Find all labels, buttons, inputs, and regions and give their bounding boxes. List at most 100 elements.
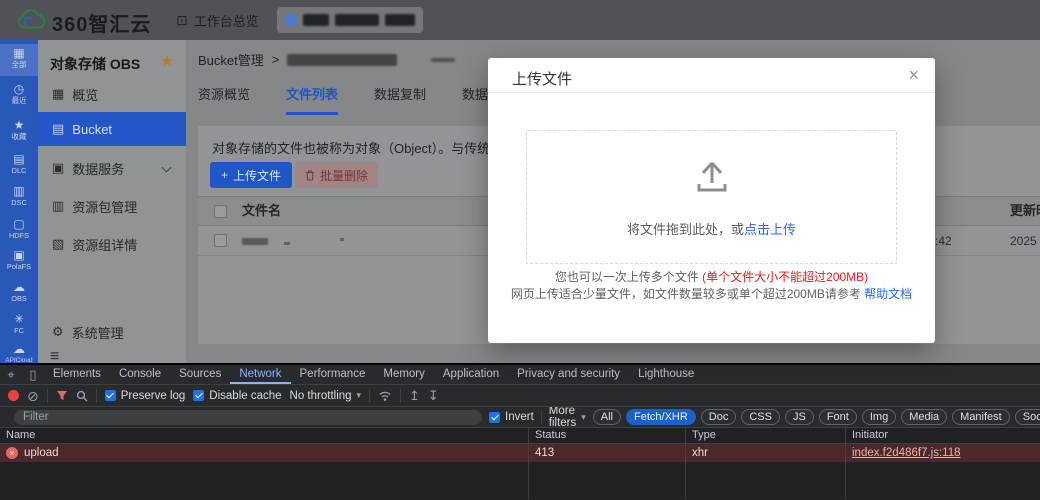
breadcrumb-root[interactable]: Bucket管理 [198,50,264,69]
upload-icon [697,161,726,192]
upload-file-button[interactable]: + 上传文件 [210,162,293,188]
chip-img[interactable]: Img [861,409,897,425]
invert-checkbox[interactable]: Invert [489,411,534,423]
chip-js[interactable]: JS [784,409,814,425]
chip-css[interactable]: CSS [741,409,780,425]
rail-item-dsc[interactable]: ▥ DSC [0,182,38,214]
clear-network-log-icon[interactable]: ⊘ [27,389,39,403]
rail-item-hdfs[interactable]: ▢ HDFS [0,215,38,247]
preserve-log-checkbox[interactable]: Preserve log [104,390,185,402]
inspect-element-icon[interactable]: ⌖ [0,365,22,384]
rail-item-favorites[interactable]: ★ 收藏 [0,116,38,148]
devtools-tab-console[interactable]: Console [110,365,170,384]
click-to-upload-link[interactable]: 点击上传 [744,222,796,237]
checkbox-checked-icon [104,390,116,401]
sidebar-item-resource-packages[interactable]: ▥ 资源包管理 [38,190,186,222]
devtools-tab-sources[interactable]: Sources [170,365,230,384]
column-type[interactable]: Type [686,428,846,443]
sidebar-item-data-services[interactable]: ▣ 数据服务 [38,152,186,184]
file-dropzone[interactable]: 将文件拖到此处，或点击上传 [526,130,897,264]
devtools-tabbar: ⌖ ▯ Elements Console Sources Network Per… [0,365,1040,385]
chevron-down-icon: ▾ [581,411,586,422]
devtools-tab-network[interactable]: Network [230,365,290,384]
column-name[interactable]: Name [0,428,529,443]
devtools-tab-privacy[interactable]: Privacy and security [508,365,629,384]
close-icon[interactable]: × [908,64,919,86]
account-avatar-icon [285,14,297,26]
devtools-tab-application[interactable]: Application [434,365,508,384]
chip-fetch-xhr[interactable]: Fetch/XHR [626,409,696,425]
sidebar: 对象存储 OBS ★ ▦ 概览 ▤ Bucket ▣ 数据服务 ▥ 资源包管理 … [38,40,186,365]
search-icon[interactable] [76,390,88,402]
import-har-icon[interactable]: ↥ [409,388,420,404]
workspace-label: 工作台总览 [193,14,259,29]
devtools-tab-elements[interactable]: Elements [44,365,110,384]
chevron-down-icon [161,162,172,173]
redacted-text [340,238,344,241]
tab-data-replication[interactable]: 数据复制 [374,84,426,115]
sidebar-item-resource-group[interactable]: ▧ 资源组详情 [38,228,186,260]
chip-doc[interactable]: Doc [700,409,737,425]
column-status[interactable]: Status [529,428,686,443]
network-filter-bar: Invert More filters ▾ All Fetch/XHR Doc … [0,407,1040,428]
devtools-tab-performance[interactable]: Performance [291,365,375,384]
monitor-icon: ⊡ [176,12,188,28]
sidebar-item-overview[interactable]: ▦ 概览 [38,78,186,110]
rail-item-fc[interactable]: ✳ FC [0,310,38,342]
upload-hint-size: 您也可以一次上传多个文件 (单个文件大小不能超过200MB) [554,270,869,284]
favorite-star-icon[interactable]: ★ [161,52,174,70]
chip-font[interactable]: Font [818,409,857,425]
disable-cache-checkbox[interactable]: Disable cache [193,390,282,402]
request-type: xhr [686,444,846,462]
help-doc-link[interactable]: 帮助文档 [864,287,912,301]
devtools-tab-memory[interactable]: Memory [374,365,434,384]
request-type-chips: All Fetch/XHR Doc CSS JS Font Img Media … [592,409,1040,425]
chip-media[interactable]: Media [901,409,948,425]
column-initiator[interactable]: Initiator [846,428,1040,443]
filter-funnel-icon[interactable] [56,390,68,402]
filter-input[interactable] [14,409,482,425]
grid-icon: ▦ [52,86,65,101]
brand-cloud-icon [17,9,46,29]
devtools-tab-lighthouse[interactable]: Lighthouse [629,365,703,384]
chip-all[interactable]: All [592,409,621,425]
network-conditions-icon[interactable] [378,390,392,402]
devtools-panel: ⌖ ▯ Elements Console Sources Network Per… [0,363,1040,500]
grid-icon: ▧ [52,236,65,251]
bucket-tabs: 资源概览 文件列表 数据复制 数据访问 [198,84,514,115]
tab-file-list[interactable]: 文件列表 [286,84,339,115]
rail-item-obs[interactable]: ☁ OBS [0,278,38,310]
app-root: 360智汇云 ⊡ 工作台总览 ▦ 全部 ◷ 最近 ★ 收藏 ▤ DLC ▥ DSC ▢ HD… [0,0,1040,500]
rail-item-polafs[interactable]: ▣ PolaFS [0,246,38,278]
workspace-overview-link[interactable]: ⊡ 工作台总览 [176,11,259,30]
initiator-link[interactable]: index.f2d486f7.js:118 [852,444,960,462]
more-filters-dropdown[interactable]: More filters ▾ [549,407,586,427]
sidebar-item-system-management[interactable]: ⚙ 系统管理 [38,316,186,348]
redacted-text [284,242,290,245]
network-request-row-failed[interactable]: × upload 413 xhr index.f2d486f7.js:118 [0,444,1040,462]
sidebar-item-bucket[interactable]: ▤ Bucket [38,112,186,146]
device-toolbar-icon[interactable]: ▯ [22,365,44,384]
doc-icon: ▤ [52,121,65,136]
doc-icon: ▤ [13,152,25,166]
upload-hint-help: 网页上传适合少量文件，如文件数量较多或单个超过200MB请参考 帮助文档 [510,287,913,301]
tab-resource-overview[interactable]: 资源概览 [198,84,250,115]
redacted-filename [242,238,268,245]
batch-delete-button[interactable]: 批量删除 [295,162,379,188]
chip-manifest[interactable]: Manifest [952,409,1010,425]
topbar: 360智汇云 ⊡ 工作台总览 [0,0,1040,40]
sidebar-title: 对象存储 OBS [50,56,141,72]
rail-item-dlc[interactable]: ▤ DLC [0,150,38,182]
throttling-dropdown[interactable]: No throttling ▾ [290,390,362,402]
rail-item-all[interactable]: ▦ 全部 [0,44,38,76]
topbar-account-widget[interactable] [277,7,423,33]
box-icon: ▣ [52,160,65,175]
chip-socket[interactable]: Socket [1014,409,1040,425]
select-all-checkbox[interactable] [214,205,227,218]
modal-divider [488,92,935,93]
record-network-log-icon[interactable] [8,390,19,401]
export-har-icon[interactable]: ↧ [428,388,439,404]
error-icon: × [6,447,18,459]
rail-item-recent[interactable]: ◷ 最近 [0,80,38,112]
row-checkbox[interactable] [214,234,227,247]
